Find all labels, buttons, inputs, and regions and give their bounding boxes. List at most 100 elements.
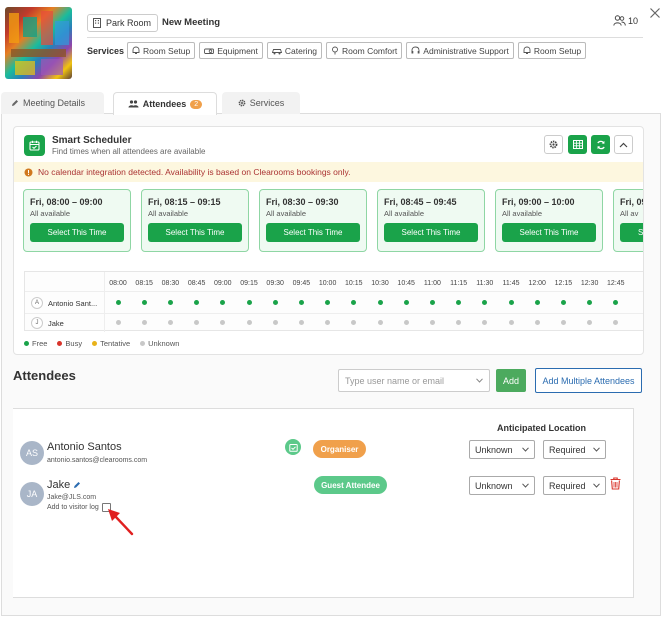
close-button[interactable] bbox=[649, 7, 663, 21]
anticipated-location-header: Anticipated Location bbox=[497, 423, 587, 433]
organiser-calendar-icon bbox=[285, 439, 301, 455]
availability-dot bbox=[456, 320, 462, 325]
time-label: 10:00 bbox=[318, 280, 337, 287]
availability-dot bbox=[272, 320, 278, 325]
chevron-down-icon bbox=[522, 447, 529, 452]
user-search-placeholder: Type user name or email bbox=[345, 375, 445, 386]
bell-icon bbox=[523, 46, 531, 54]
slot-time: Fri, 08:45 – 09:45 bbox=[384, 197, 457, 207]
time-slot-list: Fri, 08:00 – 09:00 All available Select … bbox=[23, 189, 643, 252]
service-room-comfort[interactable]: Room Comfort bbox=[326, 42, 403, 59]
time-label: 09:45 bbox=[292, 280, 311, 287]
service-equipment[interactable]: Equipment bbox=[199, 42, 263, 59]
attendee-count-value: 10 bbox=[628, 15, 639, 26]
calendar-icon bbox=[24, 135, 45, 156]
requirement-select[interactable]: Required bbox=[543, 476, 606, 495]
select-time-button[interactable]: Select This Time bbox=[502, 223, 596, 242]
tab-meeting-details[interactable]: Meeting Details bbox=[1, 92, 104, 114]
time-label: 12:45 bbox=[607, 280, 625, 287]
attendee-name: Antonio Santos bbox=[47, 441, 122, 453]
service-room-setup[interactable]: Room Setup bbox=[127, 42, 196, 59]
location-select[interactable]: Unknown bbox=[469, 440, 535, 459]
availability-dot bbox=[298, 320, 304, 325]
availability-dot bbox=[377, 320, 383, 325]
scheduler-subtitle: Find times when all attendees are availa… bbox=[52, 147, 206, 156]
legend-item: Free bbox=[24, 339, 47, 348]
availability-dot bbox=[194, 320, 200, 325]
grid-person-name: Antonio Sant... bbox=[48, 298, 98, 308]
legend-label: Busy bbox=[65, 339, 83, 348]
users-icon bbox=[128, 100, 139, 108]
requirement-select[interactable]: Required bbox=[543, 440, 606, 459]
slot-time: Fri, 08:00 – 09:00 bbox=[30, 197, 103, 207]
chevron-down-icon bbox=[476, 378, 483, 383]
add-multiple-attendees-button[interactable]: Add Multiple Attendees bbox=[535, 368, 642, 393]
service-catering[interactable]: Catering bbox=[266, 42, 323, 59]
room-selector[interactable]: Park Room bbox=[87, 14, 159, 32]
add-attendee-button[interactable]: Add bbox=[496, 369, 526, 392]
slot-status: All av bbox=[620, 209, 639, 218]
mini-avatar: J bbox=[31, 317, 43, 329]
chevron-down-icon bbox=[593, 483, 600, 488]
grid-divider bbox=[25, 313, 643, 314]
time-label: 09:30 bbox=[266, 280, 284, 287]
meeting-title: New Meeting bbox=[162, 17, 221, 28]
service-administrative-support[interactable]: Administrative Support bbox=[406, 42, 514, 59]
attendees-heading: Attendees bbox=[13, 368, 76, 383]
time-label: 10:15 bbox=[345, 280, 363, 287]
location-value: Unknown bbox=[475, 444, 513, 455]
alert-icon bbox=[24, 168, 33, 176]
availability-dot bbox=[403, 320, 409, 325]
grid-icon bbox=[572, 140, 583, 149]
refresh-button[interactable] bbox=[591, 135, 610, 154]
select-time-button[interactable]: Select This Time bbox=[384, 223, 478, 242]
scheduler-title: Smart Scheduler bbox=[52, 135, 132, 146]
availability-dot bbox=[613, 320, 619, 325]
tab-attendees[interactable]: Attendees 2 bbox=[113, 92, 217, 115]
users-icon bbox=[613, 15, 626, 26]
pencil-icon[interactable] bbox=[73, 481, 81, 489]
time-label: 08:30 bbox=[161, 280, 180, 287]
pencil-icon bbox=[12, 100, 18, 106]
services-list: Room Setup Equipment Catering Room Comfo… bbox=[127, 42, 587, 59]
time-label: 09:15 bbox=[240, 280, 258, 287]
time-label: 12:00 bbox=[528, 280, 546, 287]
availability-dot bbox=[325, 320, 331, 325]
time-slot-card: Fri, 09:00 – 10:00 All available Select … bbox=[495, 189, 603, 252]
select-time-button[interactable]: Select This Time bbox=[266, 223, 360, 242]
availability-dot bbox=[429, 300, 435, 305]
availability-legend: Free Busy Tentative Unknown bbox=[24, 339, 179, 348]
user-search-input[interactable]: Type user name or email bbox=[338, 369, 490, 392]
availability-dot bbox=[403, 300, 409, 305]
slot-status: All available bbox=[30, 209, 71, 218]
service-room-setup-2[interactable]: Room Setup bbox=[517, 42, 587, 59]
car-icon bbox=[271, 48, 282, 54]
select-time-button[interactable]: Se bbox=[620, 223, 643, 242]
legend-dot bbox=[92, 341, 98, 346]
service-label: Catering bbox=[284, 45, 318, 56]
availability-grid: A Antonio Sant... J Jake 08:00 08:15 08:30… bbox=[24, 271, 643, 332]
scheduler-settings-button[interactable] bbox=[544, 135, 563, 154]
availability-dot bbox=[377, 300, 383, 305]
availability-dot bbox=[351, 320, 357, 325]
room-name: Park Room bbox=[106, 18, 152, 28]
availability-dot bbox=[220, 300, 226, 305]
select-time-button[interactable]: Select This Time bbox=[30, 223, 124, 242]
red-arrow-icon bbox=[108, 509, 134, 536]
grid-view-button[interactable] bbox=[568, 135, 587, 154]
avatar: JA bbox=[20, 482, 44, 506]
availability-dot bbox=[613, 300, 619, 305]
select-time-button[interactable]: Select This Time bbox=[148, 223, 242, 242]
location-select[interactable]: Unknown bbox=[469, 476, 535, 495]
delete-attendee-button[interactable] bbox=[610, 477, 621, 492]
collapse-button[interactable] bbox=[614, 135, 633, 154]
close-icon bbox=[650, 8, 660, 18]
availability-dot bbox=[141, 300, 147, 305]
bell-icon bbox=[132, 46, 140, 54]
avatar: AS bbox=[20, 441, 44, 465]
slot-status: All available bbox=[384, 209, 425, 218]
requirement-value: Required bbox=[549, 480, 586, 491]
headset-icon bbox=[411, 46, 420, 54]
tab-services[interactable]: Services bbox=[222, 92, 300, 114]
time-label: 10:45 bbox=[397, 280, 415, 287]
